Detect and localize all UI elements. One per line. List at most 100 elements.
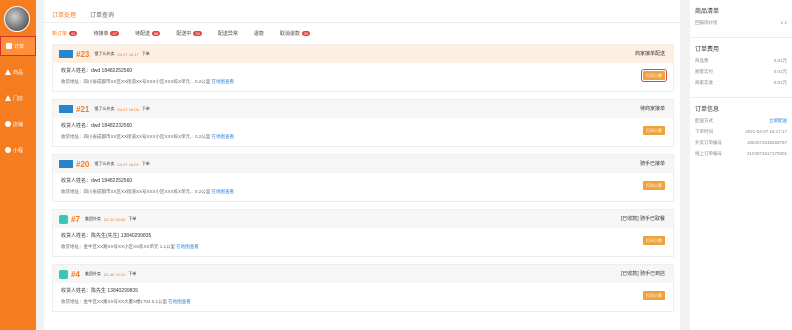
order-card[interactable]: #21 饿了么外卖 04-07 16:05 下单 待商家接单 收货人姓名：dwd… [52, 99, 674, 147]
nav-label: 店铺 [13, 121, 24, 128]
section-title: 商品清单 [695, 9, 720, 15]
info-row: 配送方式 立即配送 [695, 118, 787, 124]
platform-name: 美团外卖 [84, 216, 101, 221]
order-number: #20 [76, 159, 90, 169]
map-link[interactable]: 在地图查看 [212, 189, 235, 194]
info-label: 配送方式 [695, 118, 713, 123]
count-badge: 47 [110, 31, 119, 36]
order-time: 04-07 16:05 [117, 106, 139, 112]
print-receipt-button[interactable]: 打印小票 [643, 291, 665, 300]
order-card-body: 收货人姓名：陈先生(先生) 13840299835 收货地址：金牛区XX路XX号… [53, 228, 673, 254]
order-list: #23 饿了么外卖 04-07 16:17 下单 商家接单配送 收货人姓名：dw… [52, 44, 674, 319]
address-info: 收货地址：四川省成都市XX区XX街道XX号XXX小区XXX栋X单元... 0.2… [61, 79, 665, 85]
info-value: 2104071617170001 [746, 151, 787, 156]
order-card-body: 收货人姓名：dwd 18482232560 收货地址：四川省成都市XX区XX街道… [53, 118, 673, 144]
status-tab-label: 新订单 [52, 31, 68, 37]
order-card[interactable]: #23 饿了么外卖 04-07 16:17 下单 商家接单配送 收货人姓名：dw… [52, 44, 674, 92]
fee-row: 商品费 0.01元 [695, 58, 787, 64]
order-action: 下单 [141, 161, 150, 166]
map-link[interactable]: 在地图查看 [212, 79, 235, 84]
info-label: 线上订单编号 [695, 151, 722, 156]
status-tab-refund[interactable]: 退款 [254, 30, 264, 37]
fee-row: 顾客实付 0.01元 [695, 69, 787, 75]
goods-name: 回锅肉炒饭 [695, 20, 718, 25]
platform-logo-icon [59, 50, 73, 58]
map-link[interactable]: 在地图查看 [212, 134, 235, 139]
order-action: 下单 [128, 216, 137, 221]
status-tab-to-deliver[interactable]: 待配送 58 [135, 30, 161, 37]
status-tab-cancel-refund[interactable]: 取消退款 30 [279, 30, 311, 37]
address-info: 收货地址：金牛区XX路XX号XX小区XX栋XX单元 1.1公里 在地图查看 [61, 244, 665, 250]
status-tab-label: 配送中 [176, 31, 192, 37]
order-number: #4 [71, 269, 80, 279]
circle-icon [5, 121, 11, 127]
goods-section: 商品清单 回锅肉炒饭 x 1 [690, 0, 792, 38]
address-text: 收货地址：金牛区XX路XX号XX小区XX栋XX单元 1.1公里 [61, 244, 176, 249]
count-badge: 58 [151, 31, 161, 36]
address-info: 收货地址：金牛区XX路XX号XX大厦X楼1704 0.1公里 在地图查看 [61, 299, 665, 305]
order-status: 骑手已接单 [639, 161, 665, 167]
info-section: 订单信息 配送方式 立即配送 下单时间 2021-04-07 16:17:17 … [690, 98, 792, 168]
divider [44, 22, 680, 23]
info-label: 下单时间 [695, 129, 713, 134]
nav-item-goods[interactable]: 商品 [0, 62, 36, 82]
order-card-header: #7 美团外卖 03-31 18:05 下单 [已收款] 骑手已取餐 [53, 210, 673, 228]
fee-row: 商家实收 0.01元 [695, 80, 787, 86]
order-time: 03-30 15:31 [103, 271, 126, 277]
address-info: 收货地址：四川省成都市XX区XX街道XX号XXX小区XXX栋X单元... 0.2… [61, 134, 665, 140]
status-tab-new[interactable]: 新订单 41 [52, 30, 78, 37]
print-receipt-button[interactable]: 打印小票 [643, 181, 665, 190]
print-receipt-button[interactable]: 打印小票 [641, 69, 667, 82]
nav-item-miniprogram[interactable]: 小程 [0, 140, 36, 160]
goods-qty: x 1 [780, 20, 787, 25]
fee-value: 0.01元 [773, 80, 787, 85]
print-receipt-button[interactable]: 打印小票 [643, 126, 665, 135]
order-time: 04-07 16:02 [117, 161, 139, 167]
map-link[interactable]: 在地图查看 [168, 299, 191, 304]
address-text: 收货地址：金牛区XX路XX号XX大厦X楼1704 0.1公里 [61, 299, 168, 304]
receiver-info: 收货人姓名：dwd 18482232560 [61, 123, 133, 129]
order-card-body: 收货人姓名：dwd 18482252560 收货地址：四川省成都市XX区XX街道… [53, 63, 673, 89]
platform-logo-icon [59, 105, 73, 113]
order-status: [已收款] 骑手已取餐 [620, 216, 665, 222]
status-tabs: 新订单 41 待接单 47 待配送 58 配送中 20 配送异常 退款 取消退款… [52, 30, 311, 37]
order-card-header: #23 饿了么外卖 04-07 16:17 下单 商家接单配送 [53, 45, 673, 63]
status-tab-delivering[interactable]: 配送中 20 [176, 30, 202, 37]
side-nav: 订单 商品 门店 店铺 小程 [0, 0, 36, 330]
order-card[interactable]: #4 美团外卖 03-30 15:31 下单 [已收款] 骑手已到店 收货人姓名… [52, 264, 674, 312]
address-info: 收货地址：四川省成都市XX区XX街道XX号XXX小区XXX栋X单元... 0.2… [61, 189, 665, 195]
platform-logo-icon [59, 160, 73, 168]
triangle-icon [5, 69, 11, 75]
status-tab-exception[interactable]: 配送异常 [218, 30, 238, 37]
info-value: 2021-04-07 16:17:17 [745, 129, 787, 134]
avatar[interactable] [4, 6, 30, 32]
nav-item-shop[interactable]: 店铺 [0, 114, 36, 134]
print-receipt-button[interactable]: 打印小票 [643, 236, 665, 245]
order-card[interactable]: #7 美团外卖 03-31 18:05 下单 [已收款] 骑手已取餐 收货人姓名… [52, 209, 674, 257]
order-detail-panel: 商品清单 回锅肉炒饭 x 1 订单费用 商品费 0.01元 顾客实付 0.01元… [690, 0, 792, 330]
circle-icon [5, 147, 11, 153]
status-tab-pending[interactable]: 待接单 47 [93, 30, 119, 37]
nav-item-stores[interactable]: 门店 [0, 88, 36, 108]
order-number: #7 [71, 214, 80, 224]
status-tab-label: 取消退款 [279, 31, 300, 37]
map-link[interactable]: 在地图查看 [176, 244, 199, 249]
nav-item-orders[interactable]: 订单 [0, 36, 36, 56]
order-number: #21 [76, 104, 90, 114]
nav-label: 门店 [13, 95, 24, 102]
order-status: 商家接单配送 [634, 51, 665, 57]
scrollbar[interactable] [682, 0, 686, 330]
fee-value: 0.01元 [773, 58, 787, 63]
receiver-info: 收货人姓名：dwd 18482252560 [61, 178, 133, 184]
platform-logo-icon [59, 214, 68, 224]
order-card[interactable]: #20 饿了么外卖 04-07 16:02 下单 骑手已接单 收货人姓名：dwd… [52, 154, 674, 202]
info-row: 外卖订单编号 1064073248459757 [695, 140, 787, 146]
nav-label: 订单 [14, 43, 25, 50]
order-number: #23 [76, 49, 90, 59]
platform-name: 饿了么外卖 [94, 51, 115, 56]
delivery-method-link[interactable]: 立即配送 [769, 118, 787, 124]
goods-row: 回锅肉炒饭 x 1 [695, 20, 787, 26]
platform-name: 饿了么外卖 [94, 161, 115, 166]
fee-value: 0.01元 [773, 69, 787, 74]
section-title: 订单费用 [695, 47, 720, 53]
